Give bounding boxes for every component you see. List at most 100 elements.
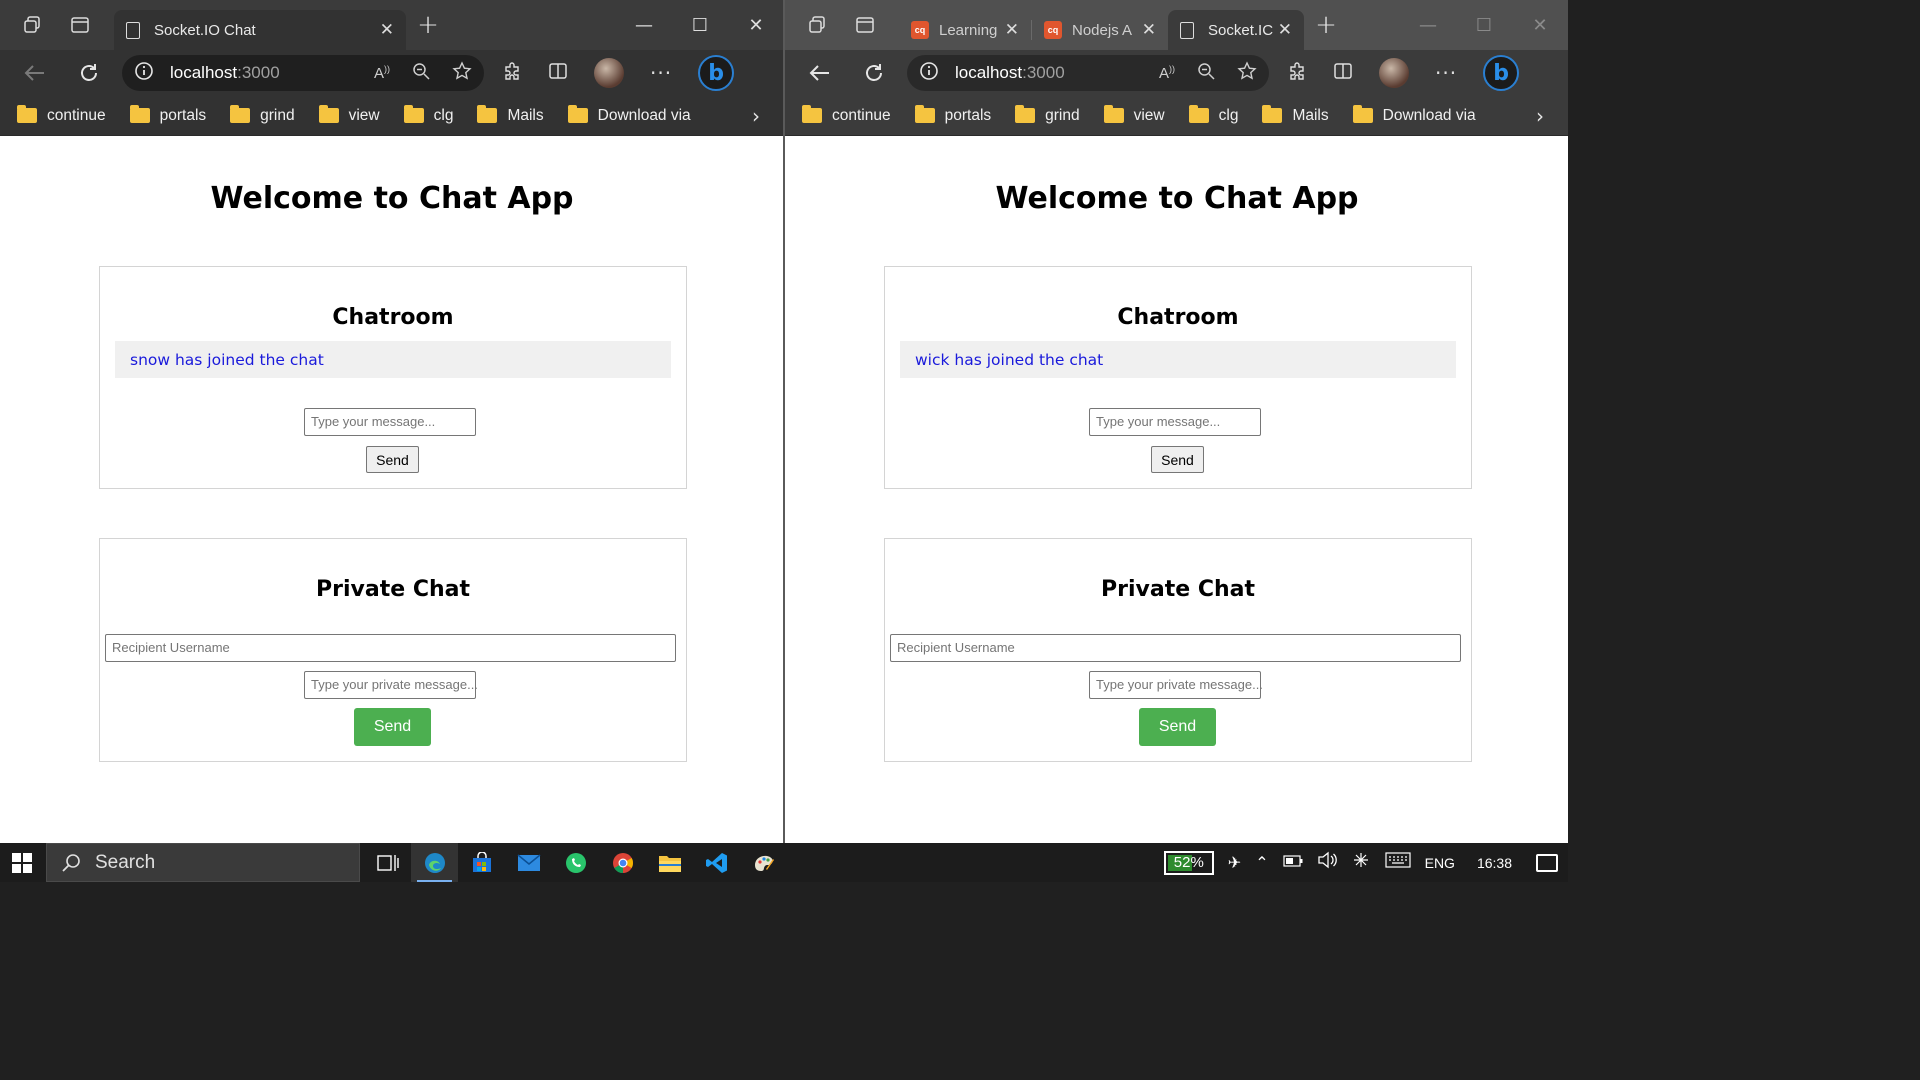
recipient-username-input[interactable]: Recipient Username [890,634,1461,662]
chevron-right-icon[interactable]: › [1536,104,1544,128]
new-tab-button[interactable]: + [406,0,450,50]
maximize-button[interactable]: ☐ [1456,0,1512,50]
battery-icon[interactable] [1283,854,1303,872]
tab-close-icon[interactable]: ✕ [380,20,394,40]
more-options-icon[interactable]: ··· [1435,61,1457,85]
bookmarks-bar: continue portals grind view clg Mails Do… [0,96,784,136]
url-input[interactable]: localhost:3000 A)) [122,55,484,91]
url-port: :3000 [237,63,280,82]
chatroom-panel: Chatroom wick has joined the chat Type y… [884,266,1472,489]
bookmark-folder[interactable]: portals [129,105,206,125]
bookmark-folder[interactable]: continue [17,105,106,125]
bookmark-folder[interactable]: clg [403,105,453,125]
bookmark-folder[interactable]: Download via [567,105,691,125]
network-icon[interactable] [1351,850,1371,875]
favorite-star-icon[interactable] [1237,61,1257,85]
read-aloud-icon[interactable]: A)) [374,64,390,82]
message-input[interactable]: Type your message... [304,408,476,436]
file-explorer-icon[interactable] [646,843,693,882]
folder-icon [477,105,498,123]
chevron-up-icon[interactable]: ⌃ [1255,853,1268,873]
private-message-input[interactable]: Type your private message... [304,671,478,699]
favorite-star-icon[interactable] [452,61,472,85]
bookmark-folder[interactable]: continue [802,105,891,125]
tab-close-icon[interactable]: ✕ [1278,20,1292,40]
notification-center-icon[interactable] [1536,853,1558,872]
bing-copilot-icon[interactable]: b [698,55,735,91]
tab-close-icon[interactable]: ✕ [1005,20,1019,40]
bookmark-folder[interactable]: portals [914,105,991,125]
tab-learning[interactable]: cq Learning ✕ [899,10,1031,50]
tab-nodejs[interactable]: cq Nodejs A ✕ [1032,10,1168,50]
vscode-icon[interactable] [693,843,740,882]
vertical-tabs-icon[interactable] [841,0,889,50]
close-window-button[interactable]: ✕ [728,0,784,50]
site-info-icon[interactable] [134,61,154,86]
send-button[interactable]: Send [366,446,419,473]
zoom-out-icon[interactable] [1197,62,1215,84]
close-window-button[interactable]: ✕ [1512,0,1568,50]
taskbar-search-box[interactable]: Search [46,843,360,882]
site-info-icon[interactable] [919,61,939,86]
bookmark-folder[interactable]: view [1103,105,1165,125]
chevron-right-icon[interactable]: › [752,104,760,128]
keyboard-icon[interactable] [1385,852,1411,873]
refresh-button[interactable] [68,54,110,92]
mail-icon[interactable] [505,843,552,882]
paint-icon[interactable] [740,843,787,882]
message-list: wick has joined the chat [900,341,1456,378]
more-options-icon[interactable]: ··· [650,61,672,85]
read-aloud-icon[interactable]: A)) [1159,64,1175,82]
edge-icon[interactable] [411,843,458,882]
url-input[interactable]: localhost:3000 A)) [907,55,1269,91]
new-tab-button[interactable]: + [1304,0,1348,50]
workspaces-icon[interactable] [793,0,841,50]
send-button[interactable]: Send [1151,446,1204,473]
message-input[interactable]: Type your message... [1089,408,1261,436]
whatsapp-icon[interactable] [552,843,599,882]
page-content: Welcome to Chat App Chatroom snow has jo… [0,136,784,843]
airplane-mode-icon[interactable]: ✈ [1228,853,1241,873]
extensions-icon[interactable] [502,61,522,85]
split-screen-icon[interactable] [1333,61,1353,85]
extensions-icon[interactable] [1287,61,1307,85]
minimize-button[interactable]: — [616,0,672,50]
toolbar-icons: ··· b [1287,55,1520,91]
bookmark-folder[interactable]: clg [1188,105,1238,125]
site-favicon-icon: cq [1044,21,1062,39]
profile-avatar[interactable] [1379,58,1409,88]
split-screen-icon[interactable] [548,61,568,85]
bookmark-folder[interactable]: grind [1015,105,1080,125]
minimize-button[interactable]: — [1400,0,1456,50]
tab-close-icon[interactable]: ✕ [1142,20,1156,40]
bookmark-folder[interactable]: Mails [1262,105,1329,125]
start-button[interactable] [0,843,44,882]
workspaces-icon[interactable] [8,0,56,50]
back-button[interactable] [799,54,841,92]
tab-socketio-chat[interactable]: Socket.IC ✕ [1168,10,1304,50]
clock[interactable]: 16:38 [1477,855,1512,871]
private-message-input[interactable]: Type your private message... [1089,671,1263,699]
refresh-button[interactable] [853,54,895,92]
bookmark-folder[interactable]: Download via [1352,105,1476,125]
tab-socketio-chat[interactable]: Socket.IO Chat ✕ [114,10,406,50]
recipient-username-input[interactable]: Recipient Username [105,634,676,662]
bookmark-folder[interactable]: grind [230,105,295,125]
chrome-icon[interactable] [599,843,646,882]
bookmark-folder[interactable]: Mails [477,105,544,125]
private-send-button[interactable]: Send [1139,708,1216,746]
vertical-tabs-icon[interactable] [56,0,104,50]
private-send-button[interactable]: Send [354,708,431,746]
back-button[interactable] [14,54,56,92]
page-icon [1180,21,1194,39]
volume-icon[interactable] [1317,851,1337,874]
language-indicator[interactable]: ENG [1425,855,1455,871]
bing-copilot-icon[interactable]: b [1483,55,1520,91]
profile-avatar[interactable] [594,58,624,88]
zoom-out-icon[interactable] [412,62,430,84]
bookmark-folder[interactable]: view [318,105,380,125]
maximize-button[interactable]: ☐ [672,0,728,50]
store-icon[interactable] [458,843,505,882]
battery-percent-indicator[interactable]: 52% [1163,850,1214,875]
task-view-icon[interactable] [364,843,411,882]
